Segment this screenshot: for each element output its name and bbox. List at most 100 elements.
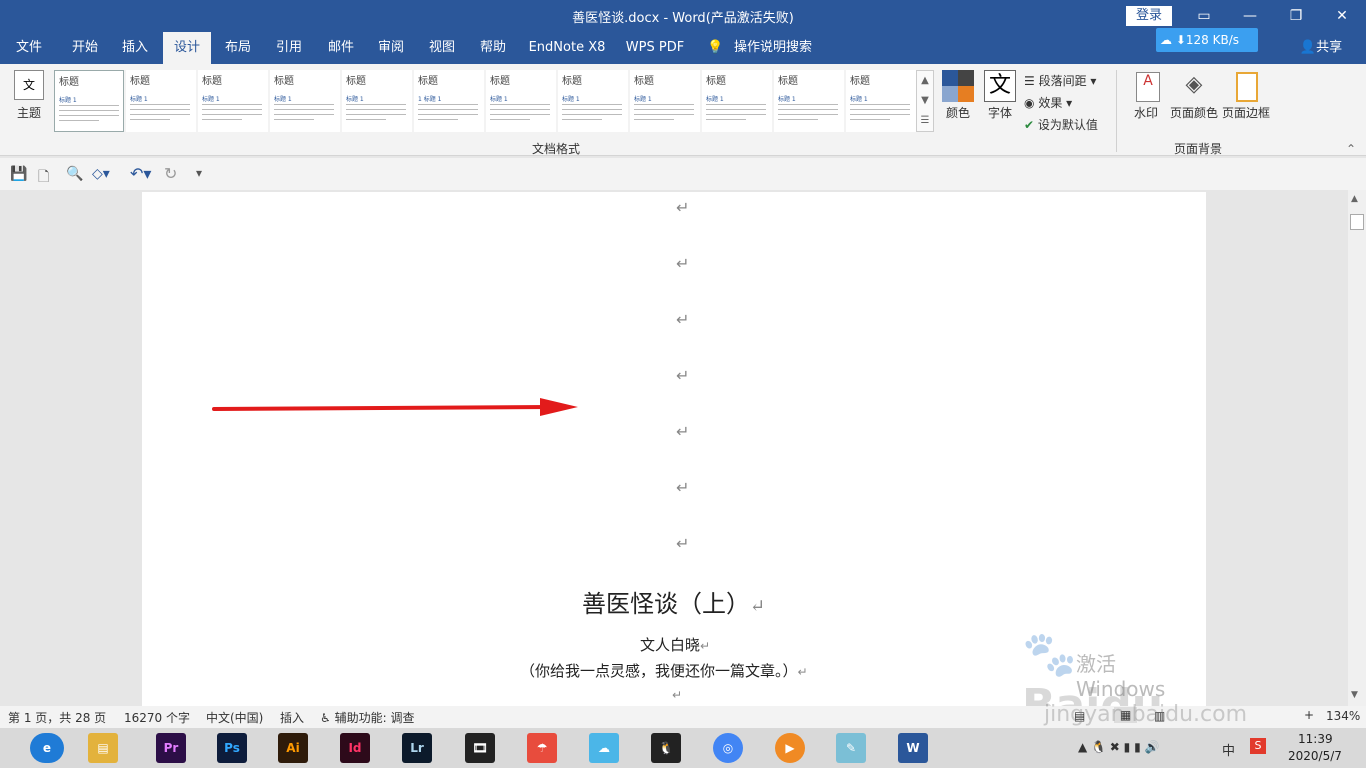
print-preview-icon[interactable]: 🔍 [66, 166, 83, 182]
redo-icon[interactable]: ↻ [164, 164, 177, 183]
text-line [418, 104, 478, 105]
colors-button[interactable]: 颜色 [946, 104, 970, 121]
umbrella-app-icon[interactable]: ☂ [527, 733, 557, 763]
insert-mode[interactable]: 插入 [280, 709, 304, 726]
language-indicator[interactable]: 中文(中国) [206, 709, 263, 726]
chrome-icon[interactable]: ◎ [713, 733, 743, 763]
style-thumbnail-title: 标题 [346, 76, 366, 87]
style-thumbnail[interactable]: 标题 标题 1 [270, 70, 340, 132]
tab-references[interactable]: 引用 [266, 32, 312, 64]
fonts-button[interactable]: 字体 [988, 104, 1012, 121]
gallery-scroll[interactable]: ▲ ▼ ☰ [916, 70, 934, 132]
tab-home[interactable]: 开始 [60, 32, 110, 64]
page-border-icon[interactable] [1236, 72, 1258, 102]
text-line [562, 119, 602, 120]
style-thumbnail[interactable]: 标题 标题 1 [198, 70, 268, 132]
style-thumbnail[interactable]: 标题 标题 1 [126, 70, 196, 132]
tab-review[interactable]: 审阅 [368, 32, 414, 64]
share-button[interactable]: 👤共享 [1296, 32, 1346, 64]
page-color-icon[interactable]: ◈ [1180, 72, 1208, 102]
undo-icon[interactable]: ↶▾ [130, 164, 151, 183]
tab-mailings[interactable]: 邮件 [318, 32, 364, 64]
set-default-button[interactable]: ✔ 设为默认值 [1024, 116, 1098, 133]
shapes-icon[interactable]: ◇▾ [92, 166, 110, 182]
style-thumbnail[interactable]: 标题 标题 1 [342, 70, 412, 132]
document-page[interactable]: ↵ ↵ ↵ ↵ ↵ ↵ ↵ 善医怪谈（上）↵ 文人白晓↵ （你给我一点灵感，我便… [142, 192, 1206, 768]
vertical-scrollbar[interactable]: ▲ ▼ [1348, 190, 1366, 706]
ime-indicator[interactable]: 中 [1222, 740, 1235, 759]
save-icon[interactable]: 💾 [10, 166, 27, 182]
tab-insert[interactable]: 插入 [112, 32, 158, 64]
zoom-level[interactable]: 134% [1326, 709, 1360, 723]
paragraph-spacing-button[interactable]: ☰ 段落间距 ▾ [1024, 72, 1096, 89]
login-button[interactable]: 登录 [1126, 6, 1172, 26]
tab-endnote[interactable]: EndNote X8 [526, 32, 608, 64]
tab-help[interactable]: 帮助 [470, 32, 516, 64]
qq-icon[interactable]: 🐧 [651, 733, 681, 763]
watermark-button[interactable]: 水印 [1134, 104, 1158, 121]
video-editor-icon[interactable]: 🎞 [465, 733, 495, 763]
text-line [562, 104, 622, 105]
style-thumbnail[interactable]: 标题 标题 1 [486, 70, 556, 132]
zoom-in-icon[interactable]: + [1304, 708, 1314, 722]
scroll-thumb[interactable] [1350, 214, 1364, 230]
accessibility-status[interactable]: ♿ 辅助功能: 调查 [320, 709, 414, 726]
style-thumbnail[interactable]: 标题 标题 1 [846, 70, 916, 132]
page-color-button[interactable]: 页面颜色 [1170, 104, 1218, 121]
chat-app-icon[interactable]: ☁ [589, 733, 619, 763]
clock-time[interactable]: 11:39 [1298, 732, 1333, 746]
system-tray[interactable]: ▲ 🐧 ✖ ▮ ▮ 🔊 [1078, 740, 1159, 754]
page-border-button[interactable]: 页面边框 [1222, 104, 1270, 121]
tab-view[interactable]: 视图 [419, 32, 465, 64]
style-thumbnail[interactable]: 标题 标题 1 [702, 70, 772, 132]
fonts-icon[interactable]: 文 [984, 70, 1016, 102]
sogou-icon[interactable]: S [1250, 738, 1266, 754]
photoshop-icon[interactable]: Ps [217, 733, 247, 763]
new-doc-icon[interactable]: 🗋 [38, 166, 49, 190]
text-line [418, 119, 458, 120]
style-thumbnail[interactable]: 标题 标题 1 [558, 70, 628, 132]
style-thumbnail-subtitle: 标题 1 [634, 96, 652, 103]
scroll-down-icon[interactable]: ▼ [1351, 690, 1358, 700]
cloud-icon: ☁ [1160, 33, 1172, 47]
tell-me-search[interactable]: 操作说明搜索 [734, 32, 812, 64]
colors-icon[interactable] [942, 70, 974, 102]
group-page-bg: 页面背景 [1174, 142, 1223, 156]
text-line [130, 114, 190, 115]
tab-design[interactable]: 设计 [163, 32, 211, 64]
word-icon[interactable]: W [898, 733, 928, 763]
effects-button[interactable]: ◉ 效果 ▾ [1024, 94, 1072, 111]
red-arrow-annotation [212, 398, 578, 416]
style-thumbnail[interactable]: 标题 标题 1 [54, 70, 124, 132]
notepad-icon[interactable]: ✎ [836, 733, 866, 763]
word-count[interactable]: 16270 个字 [124, 709, 190, 726]
indesign-icon[interactable]: Id [340, 733, 370, 763]
theme-button[interactable]: 主题 [17, 104, 41, 121]
text-line [202, 114, 262, 115]
file-explorer-icon[interactable]: ▤ [88, 733, 118, 763]
close-icon[interactable]: ✕ [1319, 0, 1365, 32]
style-thumbnail[interactable]: 标题 标题 1 [774, 70, 844, 132]
browser-icon[interactable]: e [30, 733, 64, 763]
style-thumbnail[interactable]: 标题 1 标题 1 [414, 70, 484, 132]
media-player-icon[interactable]: ▶ [775, 733, 805, 763]
text-line [562, 114, 622, 115]
scroll-up-icon[interactable]: ▲ [1351, 194, 1358, 204]
tab-layout[interactable]: 布局 [215, 32, 261, 64]
text-line [850, 104, 910, 105]
restore-icon[interactable]: ❐ [1273, 0, 1319, 32]
collapse-ribbon-icon[interactable]: ⌃ [1346, 142, 1356, 156]
tab-wps-pdf[interactable]: WPS PDF [621, 32, 689, 64]
clock-date[interactable]: 2020/5/7 [1288, 749, 1342, 763]
tab-file[interactable]: 文件 [6, 32, 52, 64]
illustrator-icon[interactable]: Ai [278, 733, 308, 763]
style-thumbnail[interactable]: 标题 标题 1 [630, 70, 700, 132]
premiere-icon[interactable]: Pr [156, 733, 186, 763]
style-thumbnail-title: 标题 [59, 77, 79, 88]
text-line [59, 110, 119, 111]
theme-icon[interactable]: 文 [14, 70, 44, 100]
page-count[interactable]: 第 1 页，共 28 页 [8, 709, 106, 726]
customize-qat-icon[interactable]: ▾ [196, 166, 202, 180]
lightroom-icon[interactable]: Lr [402, 733, 432, 763]
watermark-icon[interactable]: A [1136, 72, 1160, 102]
